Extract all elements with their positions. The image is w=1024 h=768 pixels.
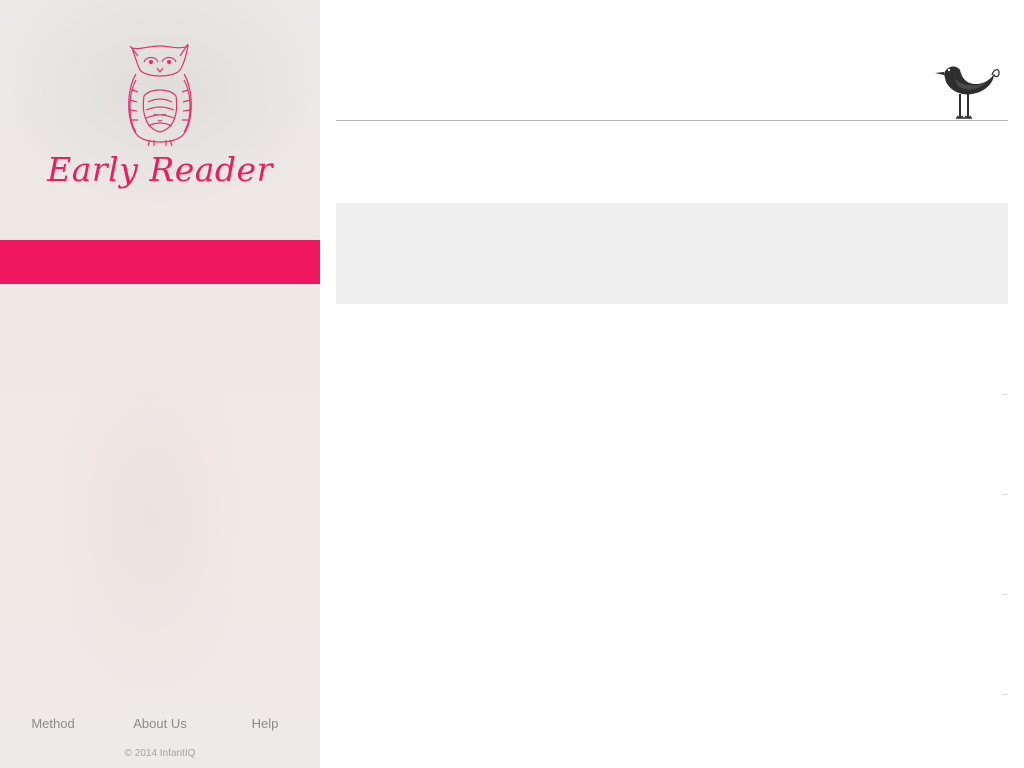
highlight-bar <box>0 240 320 284</box>
list-divider <box>1002 594 1008 595</box>
footer-link-method[interactable]: Method <box>3 716 103 731</box>
content-panel <box>336 203 1008 304</box>
copyright-text: © 2014 InfantIQ <box>124 748 196 759</box>
list-divider <box>1002 494 1008 495</box>
bird-icon <box>935 66 1000 119</box>
app-title: Early Reader <box>47 150 273 189</box>
footer-nav: Method About Us Help <box>0 716 320 736</box>
list-divider <box>1002 694 1008 695</box>
main-content <box>320 0 1024 768</box>
footer-link-about-us[interactable]: About Us <box>110 716 210 731</box>
list-divider <box>1002 394 1008 395</box>
footer-link-help[interactable]: Help <box>215 716 315 731</box>
sidebar: Early Reader Method About Us Help © 2014… <box>0 0 320 768</box>
header-divider <box>336 120 1008 121</box>
owl-icon <box>128 43 192 147</box>
